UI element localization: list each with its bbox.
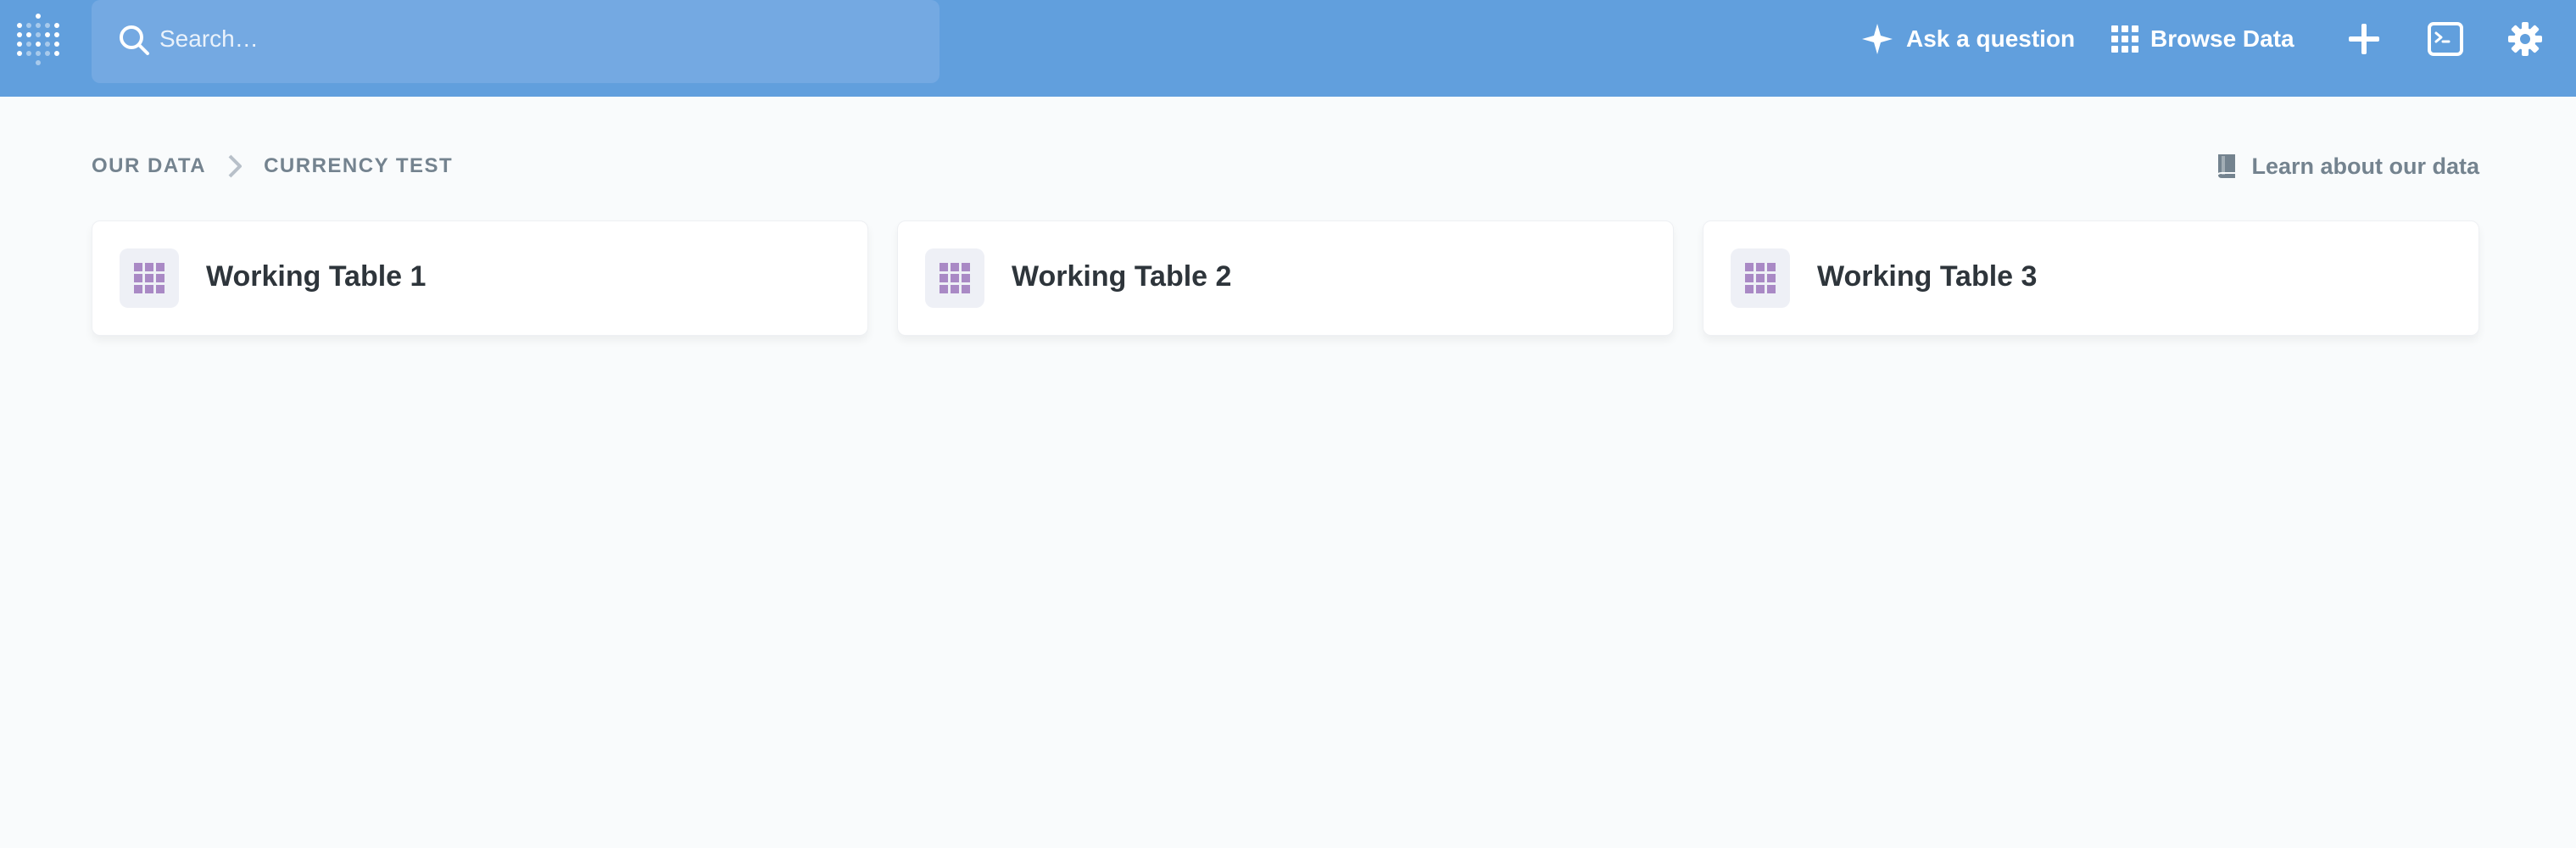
gear-icon[interactable] bbox=[2505, 19, 2545, 59]
breadcrumb-item-currency-test: CURRENCY TEST bbox=[264, 154, 454, 177]
table-card[interactable]: Working Table 1 bbox=[92, 220, 868, 336]
breadcrumb-item-our-data[interactable]: OUR DATA bbox=[92, 154, 206, 178]
table-icon bbox=[1731, 248, 1790, 308]
ask-question-button[interactable]: Ask a question bbox=[1860, 19, 2075, 59]
browse-data-label: Browse Data bbox=[2150, 25, 2294, 52]
terminal-icon[interactable] bbox=[2425, 19, 2466, 59]
sparkle-icon bbox=[1862, 24, 1893, 54]
table-card-title: Working Table 2 bbox=[1012, 260, 1232, 293]
browse-data-button[interactable]: Browse Data bbox=[2111, 19, 2294, 59]
table-icon bbox=[120, 248, 179, 308]
chevron-right-icon bbox=[226, 153, 243, 179]
plus-icon[interactable] bbox=[2344, 19, 2384, 59]
table-card-title: Working Table 1 bbox=[206, 260, 427, 293]
table-card-title: Working Table 3 bbox=[1817, 260, 2038, 293]
ask-question-label: Ask a question bbox=[1906, 25, 2076, 52]
table-card[interactable]: Working Table 2 bbox=[897, 220, 1674, 336]
grid-icon bbox=[2111, 25, 2138, 53]
table-icon bbox=[925, 248, 984, 308]
search-bar[interactable] bbox=[92, 0, 940, 83]
breadcrumb: OUR DATA CURRENCY TEST bbox=[92, 151, 453, 181]
metabase-logo-icon[interactable] bbox=[15, 12, 61, 66]
search-icon bbox=[120, 25, 149, 55]
learn-about-data-label: Learn about our data bbox=[2251, 153, 2479, 179]
book-icon bbox=[2217, 154, 2236, 178]
table-card[interactable]: Working Table 3 bbox=[1703, 220, 2479, 336]
learn-about-data-link[interactable]: Learn about our data bbox=[2214, 149, 2479, 183]
search-input[interactable] bbox=[159, 20, 906, 58]
top-navbar: Ask a question Browse Data bbox=[0, 0, 2576, 97]
